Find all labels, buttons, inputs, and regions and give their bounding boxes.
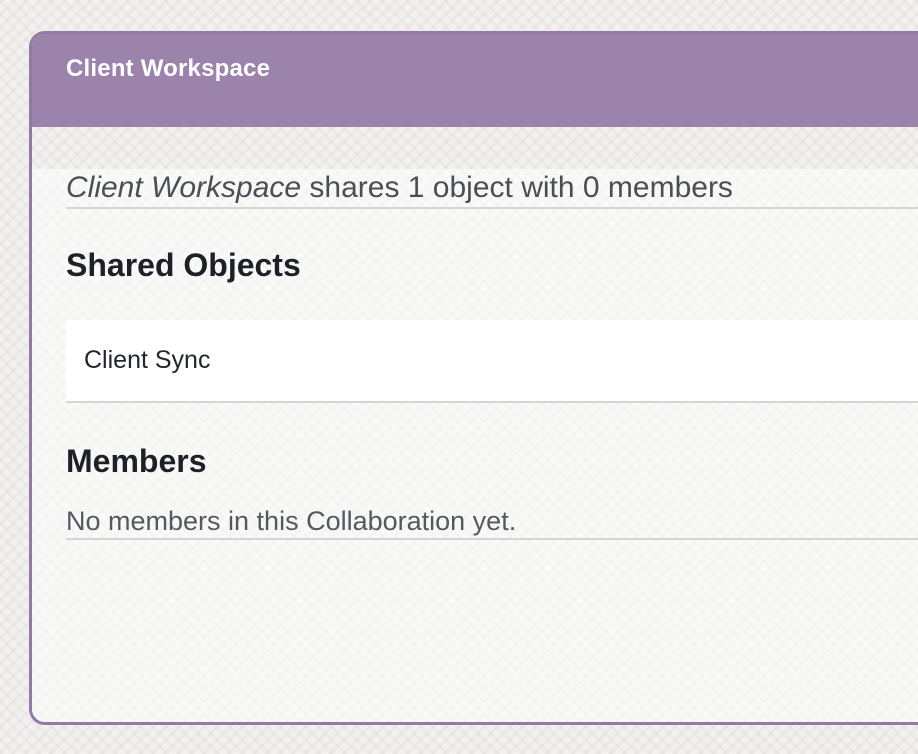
collaboration-card: Client Workspace Client Workspace shares… — [29, 31, 918, 725]
summary-text: shares 1 object with 0 members — [301, 171, 733, 204]
card-header: Client Workspace — [32, 34, 918, 127]
divider — [66, 401, 918, 403]
members-empty-state: No members in this Collaboration yet. — [66, 505, 918, 539]
shared-object-row[interactable]: Client Sync — [66, 320, 918, 401]
card-body: Client Workspace shares 1 object with 0 … — [32, 169, 918, 725]
shared-objects-heading: Shared Objects — [66, 245, 918, 285]
card-title: Client Workspace — [66, 53, 918, 85]
divider — [66, 207, 918, 209]
members-heading: Members — [66, 441, 918, 481]
shared-object-label: Client Sync — [84, 345, 210, 375]
divider — [66, 538, 918, 540]
page-background: { "card": { "title": "Client Workspace",… — [0, 0, 918, 754]
collaboration-summary: Client Workspace shares 1 object with 0 … — [66, 169, 918, 207]
summary-workspace-name: Client Workspace — [66, 171, 301, 204]
